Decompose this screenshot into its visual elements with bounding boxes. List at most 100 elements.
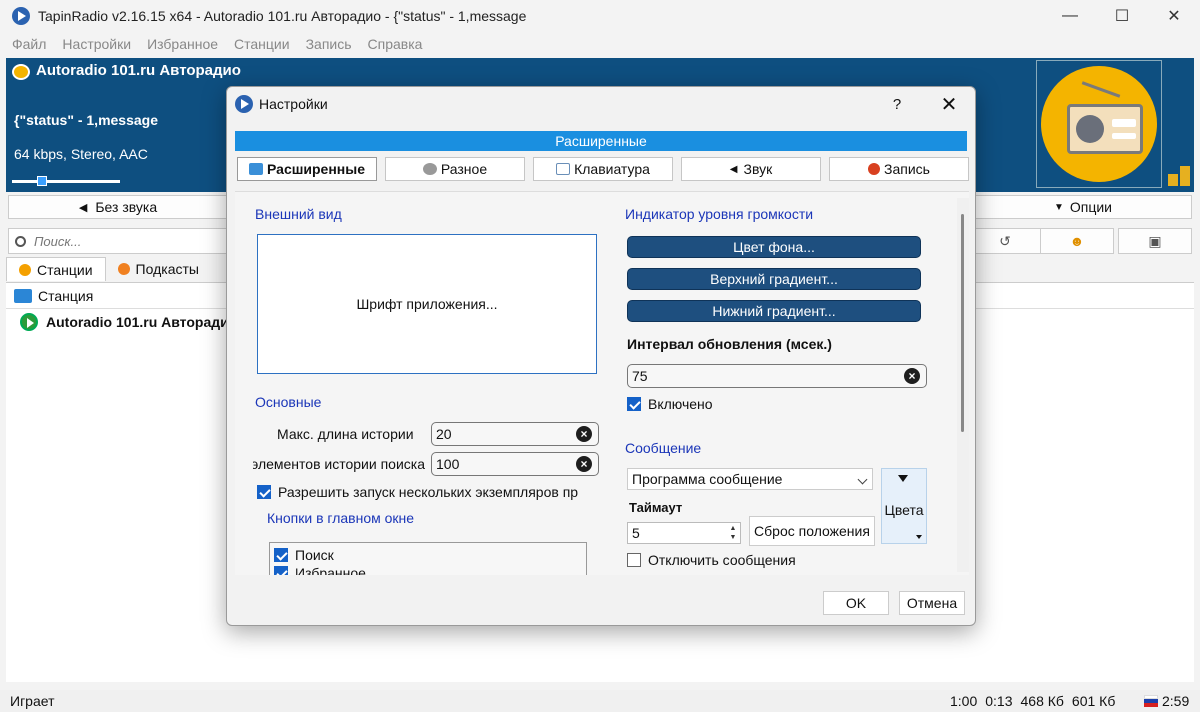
message-program-value: Программа сообщение [632,471,783,487]
menu-stations[interactable]: Станции [234,36,290,52]
disable-messages-checkbox[interactable]: Отключить сообщения [627,552,796,568]
language-flag-icon [1144,695,1158,707]
search-history-field[interactable]: 100 × [431,452,599,476]
size-received: 468 Кб [1020,693,1064,709]
multi-instance-label: Разрешить запуск нескольких экземпляров … [278,484,579,500]
menu-help[interactable]: Справка [368,36,423,52]
tab-record[interactable]: Запись [829,157,969,181]
close-button[interactable]: ✕ [1148,0,1200,32]
song-title: {"status" - 1,message [14,112,159,128]
clear-icon[interactable]: × [576,426,592,442]
dialog-scrollbar[interactable] [957,198,969,572]
mute-label: Без звука [95,199,158,215]
search-history-label: элементов истории поиска [253,456,425,472]
search-placeholder: Поиск... [34,233,82,249]
tab-advanced-label: Расширенные [267,161,365,177]
tab-misc[interactable]: Разное [385,157,525,181]
history-length-value: 20 [436,426,452,442]
checkbox-icon [627,397,641,411]
favorite-button[interactable]: ☻ [1040,228,1114,254]
bottom-gradient-button[interactable]: Нижний градиент... [627,300,921,322]
speaker-icon: ◀ [729,163,738,175]
list-header-label: Станция [38,287,94,304]
top-gradient-button[interactable]: Верхний градиент... [627,268,921,290]
tab-sound[interactable]: ◀ Звук [681,157,821,181]
spinner-arrows-icon[interactable]: ▲ ▼ [728,524,738,542]
section-banner: Расширенные [235,131,967,151]
main-buttons-title: Кнопки в главном окне [267,510,415,526]
interval-field[interactable]: 75 × [627,364,927,388]
app-logo-icon [235,95,253,113]
search-input[interactable]: Поиск... [8,228,228,254]
folder-icon [14,288,32,303]
bg-color-button[interactable]: Цвет фона... [627,236,921,258]
size-total: 601 Кб [1071,693,1116,709]
clear-icon[interactable]: × [576,456,592,472]
speaker-icon: ◀ [78,201,88,214]
station-icon [12,64,30,80]
rewind-button[interactable]: ↺ [968,228,1042,254]
chevron-down-icon: ▼ [1053,201,1064,213]
status-bar: Играет 1:00 0:13 468 Кб 601 Кб 2:59 [0,690,1200,712]
main-button-search-checkbox[interactable]: Поиск [274,547,334,563]
ok-button[interactable]: OK [823,591,889,615]
menu-file[interactable]: Файл [12,36,46,52]
tab-stations-label: Станции [37,261,93,278]
main-button-favorites-label: Избранное [295,565,366,575]
tab-stations[interactable]: Станции [6,257,106,281]
mute-button[interactable]: ◀ Без звука [8,195,228,219]
scrollbar-thumb[interactable] [961,214,964,432]
timeout-spinner[interactable]: 5 ▲ ▼ [627,522,741,544]
tab-podcasts-label: Подкасты [135,261,199,277]
dialog-title: Настройки [259,96,328,112]
advanced-icon [249,163,263,175]
tab-podcasts[interactable]: Подкасты [106,257,211,281]
tab-misc-label: Разное [440,161,488,177]
clear-icon[interactable]: × [904,368,920,384]
total-time: 1:00 [950,693,978,709]
checkbox-icon [274,548,288,562]
options-button[interactable]: ▼ Опции [974,195,1192,219]
tab-keyboard-label: Клавиатура [574,161,650,177]
colors-button[interactable]: Цвета [881,468,927,544]
volume-slider[interactable] [12,176,120,186]
reset-position-button[interactable]: Сброс положения [749,516,875,546]
image-icon: ▣ [1148,232,1162,249]
cancel-button[interactable]: Отмена [899,591,965,615]
app-font-button[interactable]: Шрифт приложения... [257,234,597,374]
maximize-button[interactable]: ☐ [1096,0,1148,32]
list-item-label: Autoradio 101.ru Авторадио [46,314,238,330]
menu-favorites[interactable]: Избранное [147,36,218,52]
menu-settings[interactable]: Настройки [62,36,131,52]
image-button[interactable]: ▣ [1118,228,1192,254]
main-button-favorites-checkbox[interactable]: Избранное [274,565,366,575]
appearance-title: Внешний вид [255,206,342,222]
enabled-checkbox[interactable]: Включено [627,396,713,412]
menu-record[interactable]: Запись [306,36,352,52]
basic-title: Основные [255,394,322,410]
settings-dialog: Настройки ? ✕ Расширенные Расширенные Ра… [226,86,976,626]
dialog-close-button[interactable]: ✕ [933,91,965,117]
help-button[interactable]: ? [883,93,911,115]
stream-info: 64 kbps, Stereo, AAC [14,146,148,162]
tab-advanced[interactable]: Расширенные [237,157,377,181]
history-length-field[interactable]: 20 × [431,422,599,446]
volume-slider-knob[interactable] [36,176,47,186]
stations-icon [19,263,31,276]
interval-label: Интервал обновления (мсек.) [627,336,832,352]
tab-sound-label: Звук [743,161,773,177]
main-buttons-list: Поиск Избранное [269,542,587,575]
list-item[interactable]: Autoradio 101.ru Авторадио [6,311,237,333]
favorite-icon: ☻ [1069,233,1085,249]
options-label: Опции [1069,199,1113,215]
minimize-button[interactable]: — [1044,0,1096,32]
small-caret-icon [916,535,922,539]
message-program-select[interactable]: Программа сообщение [627,468,873,490]
history-length-label: Макс. длина истории [277,426,414,442]
multi-instance-checkbox[interactable]: Разрешить запуск нескольких экземпляров … [257,484,599,500]
search-history-value: 100 [436,456,460,472]
radio-icon [1041,66,1157,182]
dialog-tabs: Расширенные Разное Клавиатура ◀ Звук Зап… [237,157,969,181]
station-name: Autoradio 101.ru Авторадио [36,62,241,79]
tab-keyboard[interactable]: Клавиатура [533,157,673,181]
